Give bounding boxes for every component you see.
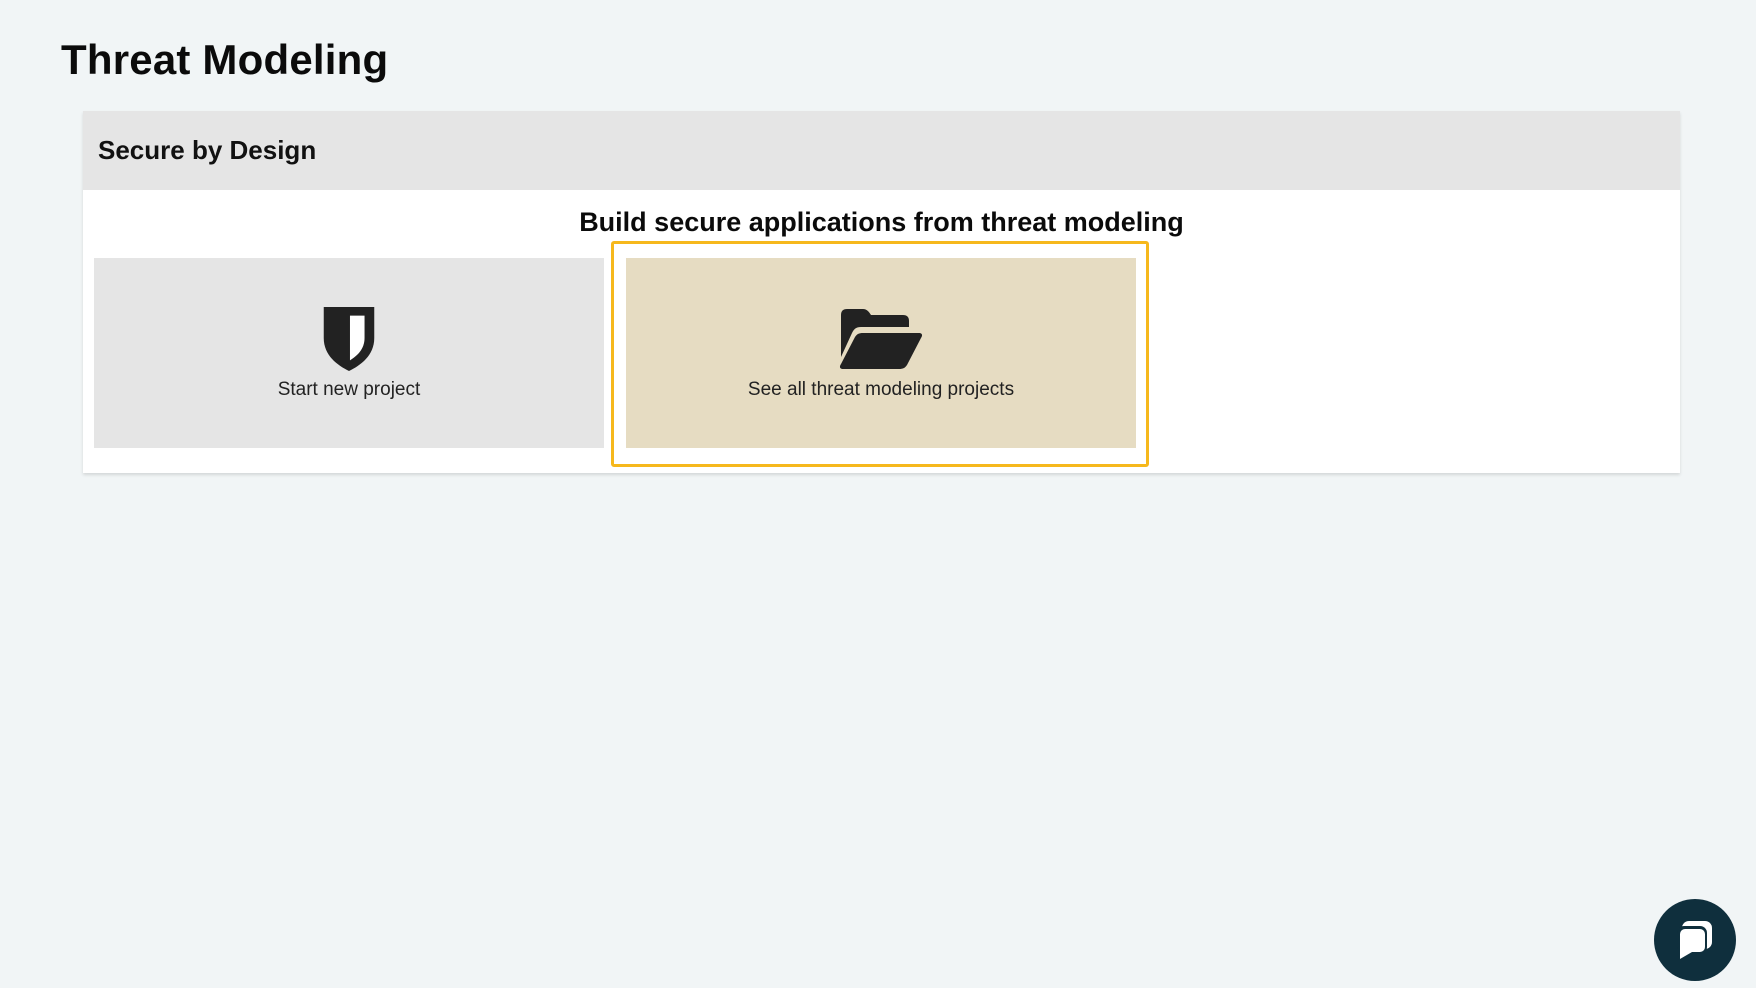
panel-subtitle: Build secure applications from threat mo… bbox=[579, 207, 1184, 237]
start-new-project-label: Start new project bbox=[277, 379, 421, 400]
panel-header: Secure by Design bbox=[83, 111, 1680, 190]
folder-open-icon bbox=[839, 309, 923, 369]
secure-by-design-panel: Secure by Design Build secure applicatio… bbox=[83, 111, 1680, 473]
see-all-projects-button[interactable]: See all threat modeling projects bbox=[626, 258, 1136, 448]
see-all-projects-label: See all threat modeling projects bbox=[747, 379, 1015, 400]
start-new-project-button[interactable]: Start new project bbox=[94, 258, 604, 448]
page-title: Threat Modeling bbox=[61, 36, 389, 83]
chat-bubble-icon bbox=[1677, 921, 1712, 959]
shield-icon bbox=[323, 306, 375, 372]
panel-header-title: Secure by Design bbox=[98, 135, 317, 165]
chat-button[interactable] bbox=[1654, 899, 1736, 981]
